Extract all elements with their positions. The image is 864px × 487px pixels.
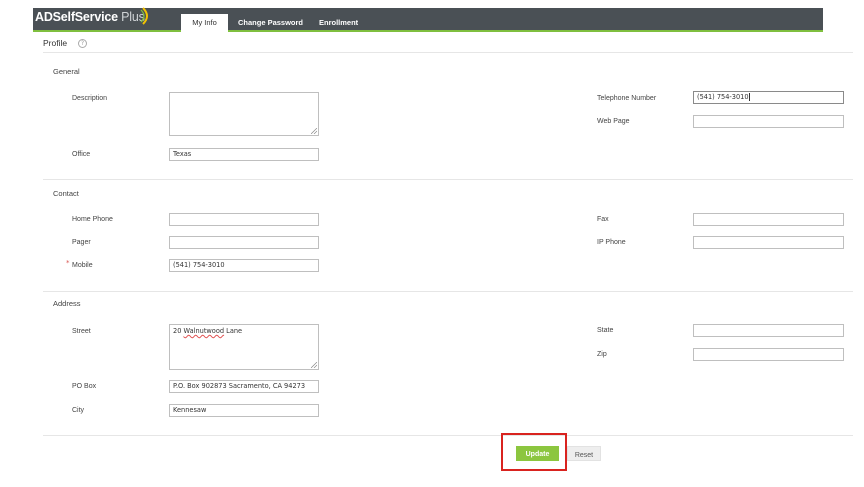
home-phone-label: Home Phone: [72, 216, 113, 223]
tab-enrollment[interactable]: Enrollment: [319, 14, 358, 32]
fax-input[interactable]: [693, 213, 844, 226]
fax-label: Fax: [597, 216, 609, 223]
divider: [43, 291, 853, 292]
city-input[interactable]: Kennesaw: [169, 404, 319, 417]
pobox-input[interactable]: P.O. Box 902873 Sacramento, CA 94273: [169, 380, 319, 393]
state-input[interactable]: [693, 324, 844, 337]
pager-label: Pager: [72, 239, 91, 246]
webpage-input[interactable]: [693, 115, 844, 128]
street-label: Street: [72, 328, 91, 335]
section-title-contact: Contact: [53, 189, 79, 198]
webpage-label: Web Page: [597, 118, 630, 125]
zip-label: Zip: [597, 351, 607, 358]
telephone-label: Telephone Number: [597, 95, 657, 102]
text-caret: [749, 93, 751, 101]
street-prefix: 20: [173, 327, 184, 335]
question-circle-icon[interactable]: ?: [78, 39, 87, 48]
section-title-general: General: [53, 67, 80, 76]
ip-phone-label: IP Phone: [597, 239, 626, 246]
divider: [43, 435, 853, 436]
telephone-value: (541) 754-3010: [697, 93, 749, 101]
state-label: State: [597, 327, 614, 334]
telephone-input[interactable]: (541) 754-3010: [693, 91, 844, 104]
ip-phone-input[interactable]: [693, 236, 844, 249]
logo-text: ADSelfService: [35, 10, 118, 24]
home-phone-input[interactable]: [169, 213, 319, 226]
update-button[interactable]: Update: [516, 446, 559, 461]
divider: [43, 179, 853, 180]
resize-handle-icon[interactable]: [311, 362, 317, 368]
mobile-label: Mobile: [72, 262, 93, 269]
street-suffix: Lane: [224, 327, 243, 335]
description-textarea[interactable]: [169, 92, 319, 136]
resize-handle-icon[interactable]: [311, 128, 317, 134]
divider: [43, 52, 853, 53]
required-marker: *: [66, 259, 70, 267]
office-input[interactable]: Texas: [169, 148, 319, 161]
tab-my-info[interactable]: My Info: [181, 14, 228, 32]
mobile-input[interactable]: (541) 754-3010: [169, 259, 319, 272]
pobox-label: PO Box: [72, 383, 97, 390]
tab-change-password[interactable]: Change Password: [238, 14, 303, 32]
city-label: City: [72, 407, 85, 414]
zip-input[interactable]: [693, 348, 844, 361]
street-textarea[interactable]: 20 Walnutwood Lane: [169, 324, 319, 370]
pager-input[interactable]: [169, 236, 319, 249]
office-label: Office: [72, 151, 91, 158]
app-logo: ADSelfService Plus: [35, 10, 145, 28]
reset-button[interactable]: Reset: [567, 446, 601, 461]
page-title: Profile: [43, 38, 68, 48]
street-misspelled-word: Walnutwood: [183, 327, 225, 335]
description-label: Description: [72, 95, 108, 102]
section-title-address: Address: [53, 299, 81, 308]
logo-arc-icon: [140, 7, 148, 25]
